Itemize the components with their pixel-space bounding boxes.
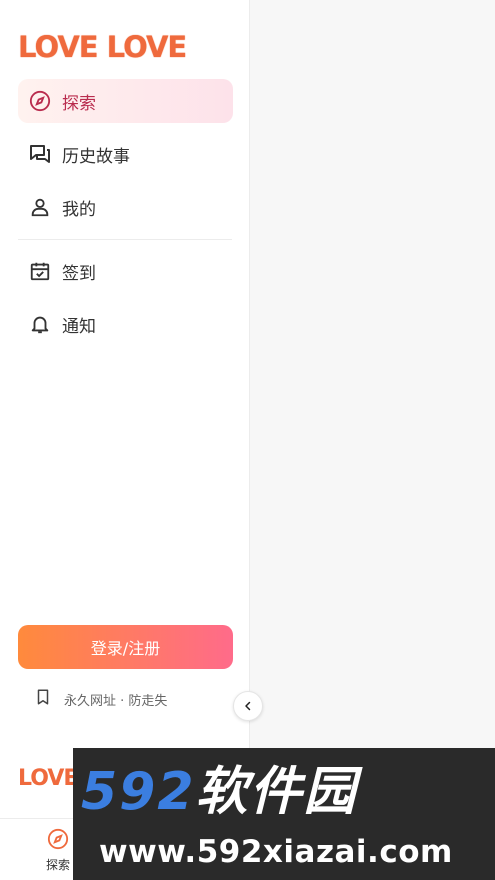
watermark-brand: 软件园 <box>195 762 358 822</box>
calendar-check-icon <box>28 259 52 283</box>
nav-item-explore[interactable]: 探索 <box>18 79 233 123</box>
nav-item-label: 签到 <box>62 263 96 284</box>
watermark-url: www.592xiazai.com <box>99 834 453 870</box>
nav-divider <box>18 239 232 240</box>
watermark-number: 592 <box>81 762 196 822</box>
nav-item-label: 我的 <box>62 199 96 220</box>
sidebar: LOVE LOVE 探索 历史故事 我的 签到 通知 登录/注册 永久网址 · … <box>0 0 250 748</box>
tab-explore[interactable]: 探索 <box>40 828 76 873</box>
compass-icon <box>47 828 69 854</box>
chevron-left-icon <box>242 697 254 716</box>
compass-icon <box>28 89 52 113</box>
user-icon <box>28 195 52 219</box>
nav-item-label: 历史故事 <box>62 146 130 167</box>
collapse-sidebar-button[interactable] <box>233 691 263 721</box>
watermark-overlay: 592软件园 www.592xiazai.com <box>73 748 495 880</box>
nav-item-label: 探索 <box>62 93 96 114</box>
chat-bubbles-icon <box>28 142 52 166</box>
nav-item-label: 通知 <box>62 316 96 337</box>
app-logo[interactable]: LOVE LOVE <box>18 30 187 64</box>
tab-explore-label: 探索 <box>45 858 70 872</box>
bookmark-label: 永久网址 · 防走失 <box>64 693 168 709</box>
nav-item-mine[interactable]: 我的 <box>18 185 233 229</box>
nav-item-notifications[interactable]: 通知 <box>18 302 233 346</box>
nav-item-history[interactable]: 历史故事 <box>18 132 233 176</box>
bookmark-icon <box>34 687 52 711</box>
bookmark-link[interactable]: 永久网址 · 防走失 <box>34 687 167 711</box>
nav-item-checkin[interactable]: 签到 <box>18 249 233 293</box>
watermark-title: 592软件园 <box>81 766 358 818</box>
login-register-button[interactable]: 登录/注册 <box>18 625 233 669</box>
bell-icon <box>28 312 52 336</box>
